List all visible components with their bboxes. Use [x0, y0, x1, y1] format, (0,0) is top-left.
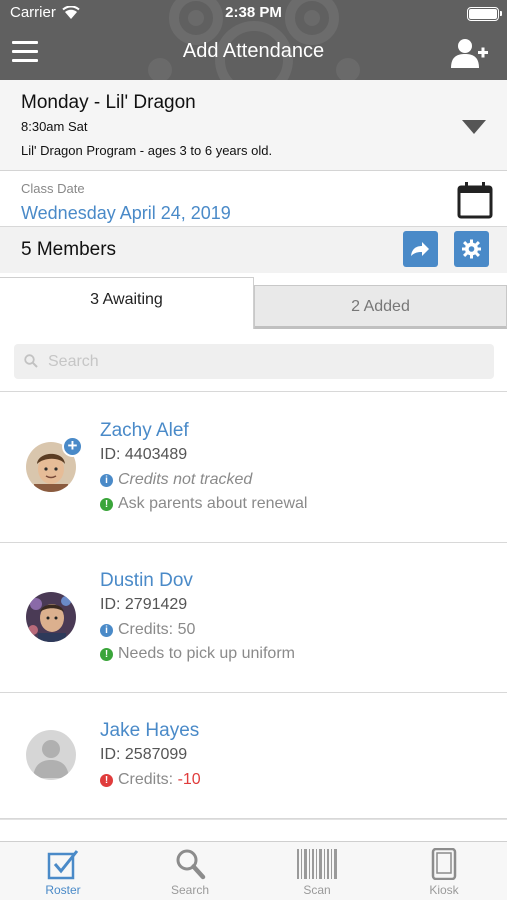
app-screen: Carrier 2:38 PM Add Attendance Monday - …	[0, 0, 507, 900]
alert-green-icon: !	[100, 648, 113, 661]
search-box[interactable]	[14, 344, 494, 379]
member-credits-label: Credits:	[118, 771, 174, 788]
double-forward-icon	[411, 242, 429, 256]
member-card-dustin-dov[interactable]: Dustin Dov ID: 2791429 i Credits: 50 ! Nee…	[0, 543, 507, 693]
nav-header: Carrier 2:38 PM Add Attendance	[0, 0, 507, 80]
add-member-badge-icon[interactable]: +	[62, 436, 83, 457]
member-list-continuation	[0, 819, 507, 841]
alert-red-icon: !	[100, 774, 113, 787]
class-description: Lil' Dragon Program - ages 3 to 6 years …	[21, 143, 273, 158]
class-time: 8:30am Sat	[21, 119, 88, 134]
page-title: Add Attendance	[182, 40, 325, 62]
roster-check-icon	[47, 850, 79, 880]
class-date-label: Class Date	[21, 181, 85, 196]
tabbar-label: Roster	[45, 883, 81, 897]
search-input[interactable]	[48, 351, 468, 373]
default-avatar-icon	[26, 730, 76, 780]
members-header: 5 Members	[0, 227, 507, 273]
status-bar: Carrier 2:38 PM	[0, 0, 507, 28]
add-user-icon	[451, 39, 488, 68]
add-user-button[interactable]	[451, 37, 489, 69]
search-bar	[0, 329, 507, 392]
search-icon	[24, 354, 38, 368]
calendar-icon[interactable]	[457, 181, 493, 219]
member-card-zachy-alef[interactable]: + Zachy Alef ID: 4403489 i Credits not tr…	[0, 393, 507, 543]
bottom-tab-bar: Roster Search Scan Kiosk	[0, 841, 507, 900]
add-all-button[interactable]	[403, 231, 438, 267]
settings-button[interactable]	[454, 231, 489, 267]
search-icon	[176, 849, 206, 880]
tabbar-label: Kiosk	[429, 883, 459, 897]
member-note-row: ! Ask parents about renewal	[100, 495, 307, 513]
member-note: Ask parents about renewal	[118, 495, 308, 512]
member-credits-row: ! Credits: -10	[100, 771, 201, 789]
member-name: Jake Hayes	[100, 720, 200, 741]
tabbar-item-search[interactable]: Search	[127, 842, 253, 900]
tabbar-item-scan[interactable]: Scan	[254, 842, 380, 900]
class-date-value[interactable]: Wednesday April 24, 2019	[21, 203, 231, 224]
info-icon: i	[100, 474, 113, 487]
gear-icon	[462, 239, 481, 259]
members-count: 5 Members	[21, 239, 117, 260]
info-icon: i	[100, 624, 113, 637]
tablet-icon	[431, 848, 457, 880]
member-note-row: ! Needs to pick up uniform	[100, 645, 295, 663]
tabbar-item-roster[interactable]: Roster	[0, 842, 126, 900]
member-photo-icon	[26, 592, 76, 642]
dropdown-arrow-icon[interactable]	[462, 120, 486, 134]
member-credits-row: i Credits not tracked	[100, 471, 252, 489]
class-selector[interactable]: Monday - Lil' Dragon 8:30am Sat Lil' Dra…	[0, 80, 507, 171]
battery-icon	[467, 7, 502, 21]
tab-added[interactable]: 2 Added	[254, 285, 507, 329]
status-time: 2:38 PM	[225, 4, 282, 21]
tabbar-label: Search	[170, 883, 210, 897]
member-id: ID: 2791429	[100, 596, 188, 613]
alert-green-icon: !	[100, 498, 113, 511]
tab-awaiting[interactable]: 3 Awaiting	[0, 277, 254, 329]
member-note: Needs to pick up uniform	[118, 645, 295, 662]
barcode-icon	[297, 849, 337, 879]
avatar	[26, 592, 76, 642]
member-credits-row: i Credits: 50	[100, 621, 195, 639]
member-credits-value: -10	[177, 771, 201, 788]
member-credits: Credits not tracked	[118, 471, 253, 488]
avatar	[26, 730, 76, 780]
class-date-row: Class Date Wednesday April 24, 2019	[0, 175, 507, 227]
tabbar-item-kiosk[interactable]: Kiosk	[381, 842, 507, 900]
member-credits: Credits: 50	[118, 621, 196, 638]
member-id: ID: 4403489	[100, 446, 188, 463]
class-name: Monday - Lil' Dragon	[21, 92, 196, 113]
member-name: Dustin Dov	[100, 570, 193, 591]
tabbar-label: Scan	[303, 883, 331, 897]
member-card-jake-hayes[interactable]: Jake Hayes ID: 2587099 ! Credits: -10	[0, 693, 507, 819]
member-name: Zachy Alef	[100, 420, 189, 441]
member-id: ID: 2587099	[100, 746, 188, 763]
